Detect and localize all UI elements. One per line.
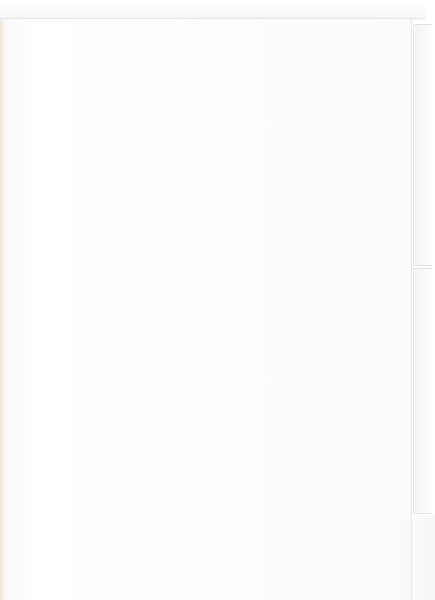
- product-photo: [0, 0, 435, 600]
- upper-drawer-front: [413, 24, 432, 266]
- cabinet-rear-edge: [0, 19, 4, 600]
- cabinet-top-panel: [0, 0, 425, 19]
- cabinet-side-panel: [0, 19, 412, 600]
- lower-drawer-front: [413, 268, 432, 514]
- cabinet-base-shadow: [395, 515, 435, 600]
- cabinet-front-edge: [411, 19, 412, 600]
